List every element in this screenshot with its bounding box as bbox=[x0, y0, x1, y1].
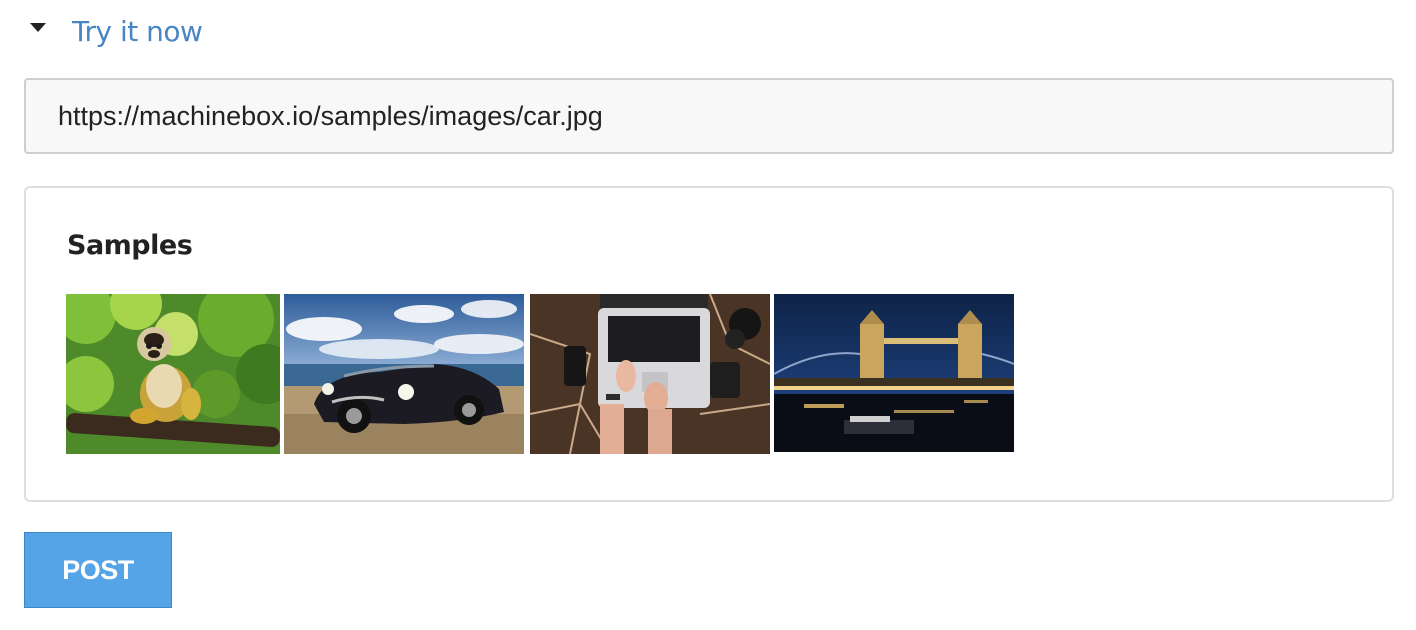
try-it-now-link[interactable]: Try it now bbox=[72, 15, 203, 48]
monkey-sample-image[interactable] bbox=[66, 294, 280, 454]
bridge-sample-image[interactable] bbox=[774, 294, 1014, 452]
samples-heading: Samples bbox=[67, 230, 193, 261]
image-url-input[interactable] bbox=[24, 78, 1394, 154]
post-button[interactable]: POST bbox=[24, 532, 172, 608]
samples-panel: Samples bbox=[24, 186, 1394, 502]
caret-down-icon bbox=[30, 22, 46, 32]
laptop-sample-image[interactable] bbox=[530, 294, 770, 454]
car-sample-image[interactable] bbox=[284, 294, 524, 454]
try-it-now-toggle[interactable]: Try it now bbox=[30, 12, 203, 50]
